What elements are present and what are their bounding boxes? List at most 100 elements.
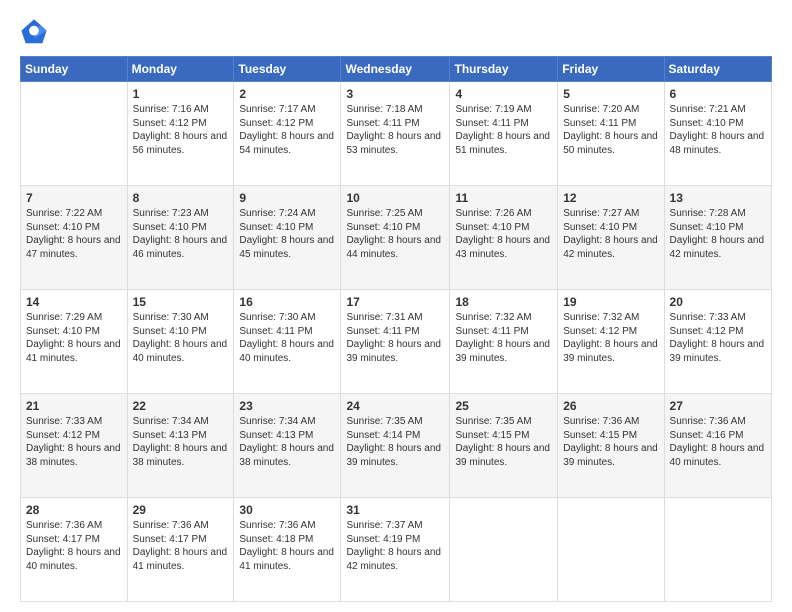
day-cell: 28 Sunrise: 7:36 AM Sunset: 4:17 PM Dayl… bbox=[21, 498, 128, 602]
day-info: Sunrise: 7:36 AM Sunset: 4:16 PM Dayligh… bbox=[670, 415, 766, 469]
col-header-monday: Monday bbox=[127, 57, 234, 82]
day-cell: 20 Sunrise: 7:33 AM Sunset: 4:12 PM Dayl… bbox=[664, 290, 771, 394]
day-number: 10 bbox=[346, 191, 444, 205]
day-info: Sunrise: 7:36 AM Sunset: 4:17 PM Dayligh… bbox=[133, 519, 229, 573]
day-number: 18 bbox=[455, 295, 552, 309]
day-cell: 16 Sunrise: 7:30 AM Sunset: 4:11 PM Dayl… bbox=[234, 290, 341, 394]
week-row-2: 7 Sunrise: 7:22 AM Sunset: 4:10 PM Dayli… bbox=[21, 186, 772, 290]
day-info: Sunrise: 7:24 AM Sunset: 4:10 PM Dayligh… bbox=[239, 207, 335, 261]
day-info: Sunrise: 7:29 AM Sunset: 4:10 PM Dayligh… bbox=[26, 311, 122, 365]
day-cell: 2 Sunrise: 7:17 AM Sunset: 4:12 PM Dayli… bbox=[234, 82, 341, 186]
day-number: 30 bbox=[239, 503, 335, 517]
day-cell: 17 Sunrise: 7:31 AM Sunset: 4:11 PM Dayl… bbox=[341, 290, 450, 394]
day-info: Sunrise: 7:32 AM Sunset: 4:11 PM Dayligh… bbox=[455, 311, 552, 365]
day-info: Sunrise: 7:17 AM Sunset: 4:12 PM Dayligh… bbox=[239, 103, 335, 157]
day-cell: 23 Sunrise: 7:34 AM Sunset: 4:13 PM Dayl… bbox=[234, 394, 341, 498]
day-number: 23 bbox=[239, 399, 335, 413]
header bbox=[20, 18, 772, 46]
day-cell bbox=[450, 498, 558, 602]
day-info: Sunrise: 7:16 AM Sunset: 4:12 PM Dayligh… bbox=[133, 103, 229, 157]
day-number: 16 bbox=[239, 295, 335, 309]
day-cell: 14 Sunrise: 7:29 AM Sunset: 4:10 PM Dayl… bbox=[21, 290, 128, 394]
logo-icon bbox=[20, 18, 48, 46]
day-cell: 26 Sunrise: 7:36 AM Sunset: 4:15 PM Dayl… bbox=[558, 394, 664, 498]
day-info: Sunrise: 7:36 AM Sunset: 4:15 PM Dayligh… bbox=[563, 415, 658, 469]
day-number: 26 bbox=[563, 399, 658, 413]
day-number: 3 bbox=[346, 87, 444, 101]
day-cell: 25 Sunrise: 7:35 AM Sunset: 4:15 PM Dayl… bbox=[450, 394, 558, 498]
day-info: Sunrise: 7:32 AM Sunset: 4:12 PM Dayligh… bbox=[563, 311, 658, 365]
week-row-3: 14 Sunrise: 7:29 AM Sunset: 4:10 PM Dayl… bbox=[21, 290, 772, 394]
col-header-friday: Friday bbox=[558, 57, 664, 82]
day-cell: 27 Sunrise: 7:36 AM Sunset: 4:16 PM Dayl… bbox=[664, 394, 771, 498]
day-cell: 22 Sunrise: 7:34 AM Sunset: 4:13 PM Dayl… bbox=[127, 394, 234, 498]
day-number: 14 bbox=[26, 295, 122, 309]
logo bbox=[20, 18, 52, 46]
day-info: Sunrise: 7:22 AM Sunset: 4:10 PM Dayligh… bbox=[26, 207, 122, 261]
day-info: Sunrise: 7:26 AM Sunset: 4:10 PM Dayligh… bbox=[455, 207, 552, 261]
day-info: Sunrise: 7:19 AM Sunset: 4:11 PM Dayligh… bbox=[455, 103, 552, 157]
day-number: 22 bbox=[133, 399, 229, 413]
week-row-5: 28 Sunrise: 7:36 AM Sunset: 4:17 PM Dayl… bbox=[21, 498, 772, 602]
day-number: 28 bbox=[26, 503, 122, 517]
day-info: Sunrise: 7:28 AM Sunset: 4:10 PM Dayligh… bbox=[670, 207, 766, 261]
day-number: 1 bbox=[133, 87, 229, 101]
week-row-1: 1 Sunrise: 7:16 AM Sunset: 4:12 PM Dayli… bbox=[21, 82, 772, 186]
day-info: Sunrise: 7:34 AM Sunset: 4:13 PM Dayligh… bbox=[133, 415, 229, 469]
day-info: Sunrise: 7:23 AM Sunset: 4:10 PM Dayligh… bbox=[133, 207, 229, 261]
day-number: 9 bbox=[239, 191, 335, 205]
day-cell: 21 Sunrise: 7:33 AM Sunset: 4:12 PM Dayl… bbox=[21, 394, 128, 498]
day-number: 2 bbox=[239, 87, 335, 101]
day-cell: 6 Sunrise: 7:21 AM Sunset: 4:10 PM Dayli… bbox=[664, 82, 771, 186]
day-info: Sunrise: 7:35 AM Sunset: 4:15 PM Dayligh… bbox=[455, 415, 552, 469]
day-number: 12 bbox=[563, 191, 658, 205]
day-number: 17 bbox=[346, 295, 444, 309]
calendar-body: 1 Sunrise: 7:16 AM Sunset: 4:12 PM Dayli… bbox=[21, 82, 772, 602]
day-cell: 12 Sunrise: 7:27 AM Sunset: 4:10 PM Dayl… bbox=[558, 186, 664, 290]
calendar-header: SundayMondayTuesdayWednesdayThursdayFrid… bbox=[21, 57, 772, 82]
day-number: 5 bbox=[563, 87, 658, 101]
day-info: Sunrise: 7:33 AM Sunset: 4:12 PM Dayligh… bbox=[26, 415, 122, 469]
day-cell: 29 Sunrise: 7:36 AM Sunset: 4:17 PM Dayl… bbox=[127, 498, 234, 602]
day-info: Sunrise: 7:35 AM Sunset: 4:14 PM Dayligh… bbox=[346, 415, 444, 469]
day-info: Sunrise: 7:18 AM Sunset: 4:11 PM Dayligh… bbox=[346, 103, 444, 157]
col-header-saturday: Saturday bbox=[664, 57, 771, 82]
day-number: 8 bbox=[133, 191, 229, 205]
day-cell: 24 Sunrise: 7:35 AM Sunset: 4:14 PM Dayl… bbox=[341, 394, 450, 498]
day-cell: 9 Sunrise: 7:24 AM Sunset: 4:10 PM Dayli… bbox=[234, 186, 341, 290]
day-cell bbox=[664, 498, 771, 602]
day-info: Sunrise: 7:36 AM Sunset: 4:18 PM Dayligh… bbox=[239, 519, 335, 573]
day-cell: 5 Sunrise: 7:20 AM Sunset: 4:11 PM Dayli… bbox=[558, 82, 664, 186]
day-number: 25 bbox=[455, 399, 552, 413]
day-cell: 4 Sunrise: 7:19 AM Sunset: 4:11 PM Dayli… bbox=[450, 82, 558, 186]
day-info: Sunrise: 7:25 AM Sunset: 4:10 PM Dayligh… bbox=[346, 207, 444, 261]
header-row: SundayMondayTuesdayWednesdayThursdayFrid… bbox=[21, 57, 772, 82]
calendar-table: SundayMondayTuesdayWednesdayThursdayFrid… bbox=[20, 56, 772, 602]
day-cell: 19 Sunrise: 7:32 AM Sunset: 4:12 PM Dayl… bbox=[558, 290, 664, 394]
day-number: 15 bbox=[133, 295, 229, 309]
day-number: 20 bbox=[670, 295, 766, 309]
day-info: Sunrise: 7:30 AM Sunset: 4:10 PM Dayligh… bbox=[133, 311, 229, 365]
day-info: Sunrise: 7:21 AM Sunset: 4:10 PM Dayligh… bbox=[670, 103, 766, 157]
day-info: Sunrise: 7:31 AM Sunset: 4:11 PM Dayligh… bbox=[346, 311, 444, 365]
day-cell: 15 Sunrise: 7:30 AM Sunset: 4:10 PM Dayl… bbox=[127, 290, 234, 394]
day-number: 11 bbox=[455, 191, 552, 205]
day-cell: 18 Sunrise: 7:32 AM Sunset: 4:11 PM Dayl… bbox=[450, 290, 558, 394]
day-info: Sunrise: 7:36 AM Sunset: 4:17 PM Dayligh… bbox=[26, 519, 122, 573]
day-number: 19 bbox=[563, 295, 658, 309]
day-cell: 11 Sunrise: 7:26 AM Sunset: 4:10 PM Dayl… bbox=[450, 186, 558, 290]
day-info: Sunrise: 7:33 AM Sunset: 4:12 PM Dayligh… bbox=[670, 311, 766, 365]
col-header-thursday: Thursday bbox=[450, 57, 558, 82]
day-cell: 3 Sunrise: 7:18 AM Sunset: 4:11 PM Dayli… bbox=[341, 82, 450, 186]
day-number: 4 bbox=[455, 87, 552, 101]
day-cell bbox=[21, 82, 128, 186]
week-row-4: 21 Sunrise: 7:33 AM Sunset: 4:12 PM Dayl… bbox=[21, 394, 772, 498]
col-header-sunday: Sunday bbox=[21, 57, 128, 82]
day-info: Sunrise: 7:37 AM Sunset: 4:19 PM Dayligh… bbox=[346, 519, 444, 573]
day-cell: 8 Sunrise: 7:23 AM Sunset: 4:10 PM Dayli… bbox=[127, 186, 234, 290]
day-number: 7 bbox=[26, 191, 122, 205]
day-number: 21 bbox=[26, 399, 122, 413]
day-number: 6 bbox=[670, 87, 766, 101]
day-cell: 30 Sunrise: 7:36 AM Sunset: 4:18 PM Dayl… bbox=[234, 498, 341, 602]
col-header-wednesday: Wednesday bbox=[341, 57, 450, 82]
